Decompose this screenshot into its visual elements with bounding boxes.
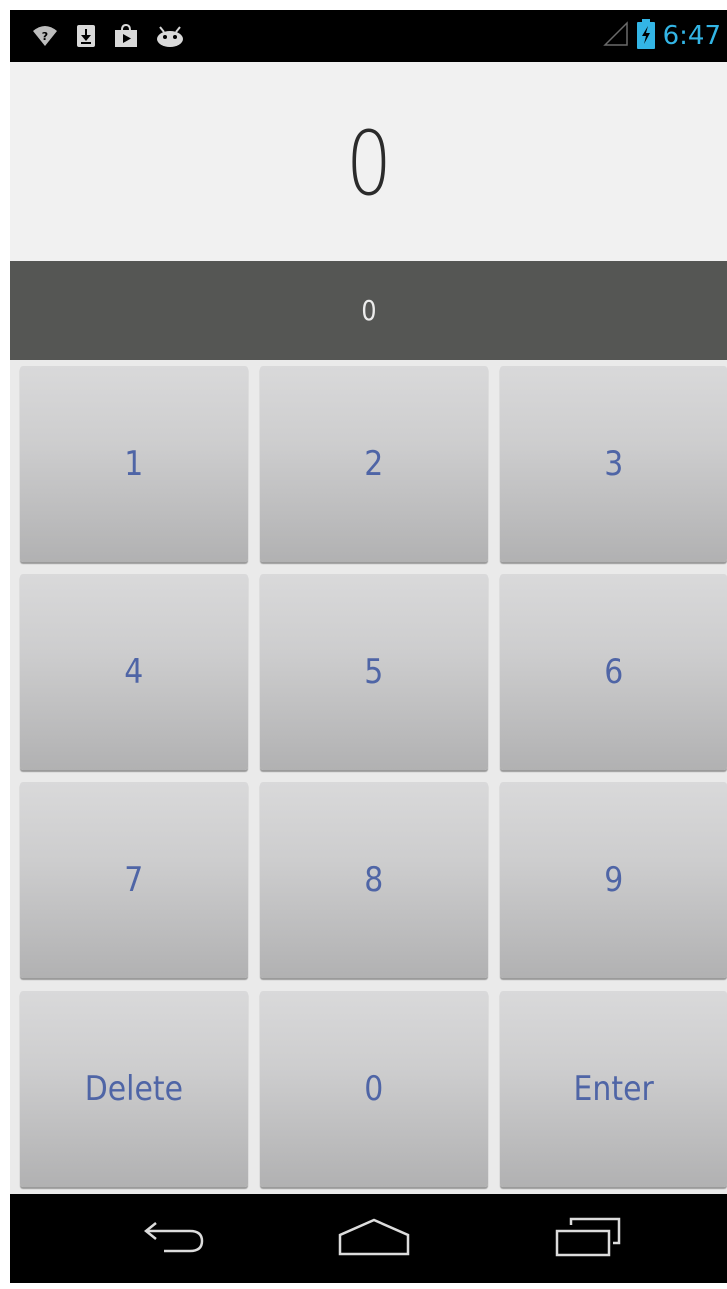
main-display: 0 — [10, 62, 727, 261]
keypad: 1 2 3 4 5 6 7 8 9 Delete 0 Enter — [10, 360, 727, 1194]
key-label: 2 — [364, 444, 384, 484]
key-label: 8 — [364, 860, 384, 900]
key-label: 9 — [603, 860, 624, 900]
notification-icons: ? — [32, 10, 184, 62]
secondary-display: 0 — [10, 261, 727, 360]
enter-button[interactable]: Enter — [500, 991, 727, 1187]
key-0[interactable]: 0 — [260, 991, 488, 1187]
phone-screen: ? 6:47 0 0 1 2 3 4 5 6 7 8 9 Delete 0 En… — [0, 0, 727, 1289]
key-3[interactable]: 3 — [500, 366, 727, 562]
key-4[interactable]: 4 — [20, 574, 248, 770]
home-icon — [337, 1217, 411, 1261]
main-value: 0 — [345, 112, 392, 215]
svg-text:?: ? — [42, 30, 48, 43]
android-icon — [156, 25, 184, 47]
delete-button[interactable]: Delete — [20, 991, 248, 1187]
navigation-bar — [10, 1194, 727, 1283]
system-status: 6:47 — [602, 10, 721, 62]
wifi-question-icon: ? — [32, 25, 58, 47]
key-8[interactable]: 8 — [260, 782, 488, 978]
recent-apps-button[interactable] — [528, 1194, 648, 1283]
key-9[interactable]: 9 — [500, 782, 727, 978]
recent-apps-icon — [553, 1217, 623, 1261]
key-label: 1 — [124, 444, 144, 484]
key-label: Enter — [573, 1069, 654, 1109]
key-label: 3 — [603, 444, 624, 484]
key-2[interactable]: 2 — [260, 366, 488, 562]
clock: 6:47 — [662, 21, 721, 51]
key-5[interactable]: 5 — [260, 574, 488, 770]
key-6[interactable]: 6 — [500, 574, 727, 770]
home-button[interactable] — [314, 1194, 434, 1283]
status-bar: ? 6:47 — [10, 10, 727, 62]
key-label: 0 — [364, 1069, 384, 1109]
download-icon — [76, 24, 96, 48]
key-1[interactable]: 1 — [20, 366, 248, 562]
battery-charging-icon — [636, 19, 655, 53]
key-label: 4 — [124, 652, 144, 692]
play-store-icon — [114, 24, 138, 48]
key-7[interactable]: 7 — [20, 782, 248, 978]
key-label: 5 — [364, 652, 384, 692]
key-label: 7 — [124, 860, 144, 900]
back-icon — [140, 1217, 208, 1261]
key-label: Delete — [84, 1069, 184, 1109]
secondary-value: 0 — [360, 294, 377, 327]
back-button[interactable] — [114, 1194, 234, 1283]
signal-icon — [602, 21, 629, 51]
key-label: 6 — [603, 652, 624, 692]
